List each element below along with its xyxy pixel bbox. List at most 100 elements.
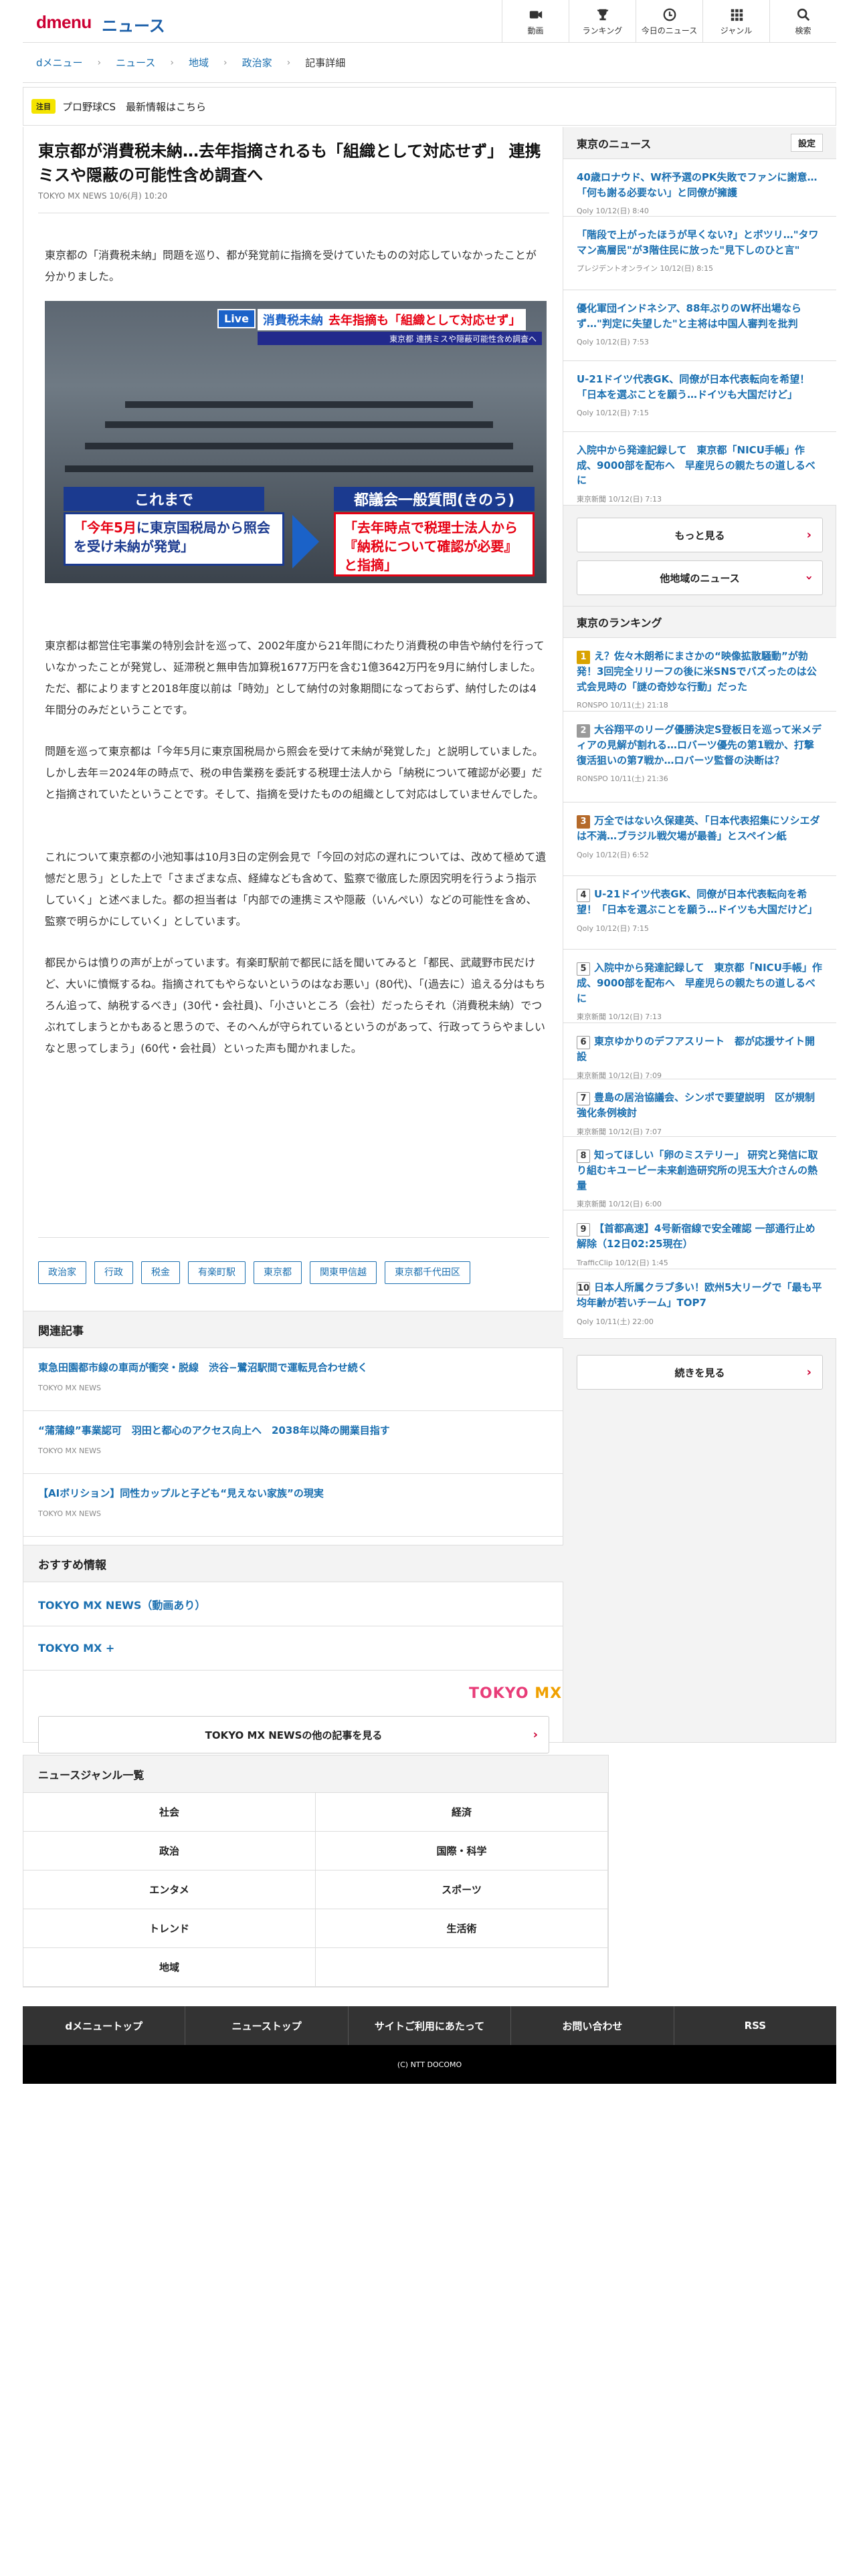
local-news-item[interactable]: 入院中から発達記録して 東京都「NICU手帳」作成、9000部を配布へ 早産児ら… — [563, 432, 836, 506]
footer-link[interactable]: ニューストップ — [185, 2006, 349, 2045]
nav-today[interactable]: 今日のニュース — [636, 0, 702, 43]
local-more-button[interactable]: もっと見る › — [577, 518, 823, 552]
ranking-item[interactable]: 5 入院中から発達記録して 東京都「NICU手帳」作成、9000部を配布へ 早産児… — [563, 950, 836, 1023]
nav-ranking[interactable]: ランキング — [569, 0, 636, 43]
ranking-item[interactable]: 4 U-21ドイツ代表GK、同僚が日本代表転向を希望！「日本を選ぶことを願う…ドイ… — [563, 876, 836, 950]
local-news-title[interactable]: 40歳ロナウド、W杯予選のPK失敗でファンに謝意…「何も謝る必要ない」と同僚が擁… — [577, 170, 823, 200]
ranking-item[interactable]: 7 豊島の居治協議会、シンポで要望説明 区が規制強化条例検討 東京新聞 10/12… — [563, 1079, 836, 1137]
article-paragraph: 都民からは憤りの声が上がっています。有楽町駅前で都民に話を聞いてみると「都民、武… — [45, 956, 546, 1055]
tag[interactable]: 有楽町駅 — [188, 1261, 246, 1284]
genre-item[interactable]: 地域 — [23, 1948, 316, 1987]
ranking-title[interactable]: 東京ゆかりのデフアスリート 都が応援サイト開設 — [577, 1035, 815, 1063]
genre-item[interactable]: 国際・科学 — [316, 1832, 608, 1870]
tokyo-mx-logo: TOKYO MX — [469, 1685, 563, 1702]
tag[interactable]: 税金 — [141, 1261, 180, 1284]
footer-link[interactable]: サイトご利用にあたって — [349, 2006, 512, 2045]
other-region-button[interactable]: 他地域のニュース › — [577, 560, 823, 595]
local-news-heading-text: 東京のニュース — [577, 137, 652, 150]
genre-item[interactable]: スポーツ — [316, 1870, 608, 1909]
tag[interactable]: 政治家 — [38, 1261, 86, 1284]
rank-badge: 3 — [577, 815, 590, 829]
footer-link[interactable]: dメニュートップ — [23, 2006, 186, 2045]
nav-genre[interactable]: ジャンル — [702, 0, 769, 43]
local-news-item[interactable]: 優化軍団インドネシア、88年ぶりのW杯出場ならず…"判定に失望した"と主将は中国… — [563, 290, 836, 361]
genre-item[interactable]: 生活術 — [316, 1909, 608, 1948]
footer-link[interactable]: RSS — [674, 2006, 836, 2045]
notice-bar[interactable]: 注目 プロ野球CS 最新情報はこちら — [23, 87, 836, 126]
breadcrumb-news[interactable]: ニュース — [116, 56, 155, 70]
ranking-item[interactable]: 3 万全ではない久保建英、「日本代表招集にソシエダは不満…ブラジル戦欠場が最善」と… — [563, 802, 836, 876]
recommend-heading: おすすめ情報 — [23, 1545, 564, 1582]
ranking-more-button[interactable]: 続きを見る › — [577, 1355, 823, 1390]
ranking-title[interactable]: 入院中から発達記録して 東京都「NICU手帳」作成、9000部を配布へ 早産児ら… — [577, 962, 822, 1004]
tag[interactable]: 東京都 — [254, 1261, 302, 1284]
tag[interactable]: 行政 — [94, 1261, 133, 1284]
article-paragraph: 東京都は都営住宅事業の特別会計を巡って、2002年度から21年間にわたり消費税の… — [45, 639, 545, 716]
video-topic: 消費税未納 去年指摘も「組織として対応せず」 — [258, 309, 527, 330]
ranking-title[interactable]: 日本人所属クラブ多い！欧州5大リーグで「最も平均年齢が若いチーム」TOP7 — [577, 1281, 822, 1309]
local-news-title[interactable]: 「階段で上がったほうが早くない?」とボツリ…"タワマン高層民"が3階住民に放った… — [577, 227, 823, 257]
video-icon — [529, 11, 542, 18]
chevron-down-icon: › — [801, 575, 816, 580]
ranking-item[interactable]: 1 え？佐々木朗希にまさかの“映像拡散騒動”が勃発！3回完全リリーフの後に米SNS… — [563, 638, 836, 712]
settings-button[interactable]: 設定 — [790, 134, 823, 152]
genre-item[interactable]: 政治 — [23, 1832, 316, 1870]
search-icon — [797, 8, 809, 21]
news-section-title[interactable]: ニュース — [102, 13, 165, 36]
breadcrumb-dmenu[interactable]: dメニュー — [36, 56, 83, 70]
local-news-item[interactable]: 「階段で上がったほうが早くない?」とボツリ…"タワマン高層民"が3階住民に放った… — [563, 217, 836, 290]
related-item[interactable]: 東急田園都市線の車両が衝突・脱線 渋谷−鷺沼駅間で運転見合わせ続く TOKYO … — [23, 1348, 564, 1411]
related-item[interactable]: “蒲蒲線”事業認可 羽田と都心のアクセス向上へ 2038年以降の開業目指す TO… — [23, 1411, 564, 1474]
ranking-item[interactable]: 8 知ってほしい「卵のミステリー」 研究と発信に取り組むキユーピー未来創造研究所の… — [563, 1137, 836, 1210]
ranking-title[interactable]: え？佐々木朗希にまさかの“映像拡散騒動”が勃発！3回完全リリーフの後に米SNSで… — [577, 650, 817, 693]
ranking-item[interactable]: 6 東京ゆかりのデフアスリート 都が応援サイト開設 東京新聞 10/12(日) 7… — [563, 1023, 836, 1080]
tag[interactable]: 東京都千代田区 — [385, 1261, 470, 1284]
ranking-item[interactable]: 9 【首都高速】4号新宿線で安全確認 一部通行止め解除（12日02:25現在） T… — [563, 1210, 836, 1269]
ranking-meta: Qoly 10/12(日) 7:15 — [577, 924, 649, 933]
dmenu-logo[interactable]: dmenu — [36, 12, 92, 33]
ranking-title[interactable]: U-21ドイツ代表GK、同僚が日本代表転向を希望！「日本を選ぶことを願う…ドイツ… — [577, 888, 818, 916]
related-item-title[interactable]: “蒲蒲線”事業認可 羽田と都心のアクセス向上へ 2038年以降の開業目指す — [38, 1423, 549, 1437]
recommend-item[interactable]: TOKYO MX NEWS（動画あり） — [23, 1582, 564, 1626]
genre-item[interactable]: エンタメ — [23, 1870, 316, 1909]
related-item-title[interactable]: 東急田園都市線の車両が衝突・脱線 渋谷−鷺沼駅間で運転見合わせ続く — [38, 1360, 549, 1374]
nav-search[interactable]: 検索 — [769, 0, 836, 43]
article-meta: TOKYO MX NEWS 10/6(月) 10:20 — [38, 191, 168, 201]
related-heading: 関連記事 — [23, 1311, 564, 1348]
footer-link[interactable]: お問い合わせ — [511, 2006, 674, 2045]
genre-item[interactable]: 社会 — [23, 1793, 316, 1832]
local-news-item[interactable]: 40歳ロナウド、W杯予選のPK失敗でファンに謝意…「何も謝る必要ない」と同僚が擁… — [563, 159, 836, 217]
chevron-right-icon: › — [533, 1727, 538, 1742]
ranking-title[interactable]: 大谷翔平のリーグ優勝決定S登板日を巡って米メディアの見解が割れる…ロバーツ優先の… — [577, 724, 822, 766]
related-item[interactable]: 【AIボリション】同性カップルと子ども“見えない家族”の現実 TOKYO MX … — [23, 1474, 564, 1537]
ranking-item[interactable]: 10 日本人所属クラブ多い！欧州5大リーグで「最も平均年齢が若いチーム」TOP7 … — [563, 1269, 836, 1339]
breadcrumb: dメニュー › ニュース › 地域 › 政治家 › 記事詳細 — [23, 43, 836, 83]
genre-item[interactable]: トレンド — [23, 1909, 316, 1948]
ranking-title[interactable]: 【首都高速】4号新宿線で安全確認 一部通行止め解除（12日02:25現在） — [577, 1222, 816, 1250]
more-articles-button[interactable]: TOKYO MX NEWSの他の記事を見る › — [38, 1716, 549, 1753]
recommend-item[interactable]: TOKYO MX + — [23, 1626, 564, 1671]
rank-badge: 8 — [577, 1150, 590, 1163]
ranking-title[interactable]: 知ってほしい「卵のミステリー」 研究と発信に取り組むキユーピー未来創造研究所の児… — [577, 1149, 818, 1192]
video-topic-label: 消費税未納 — [263, 314, 323, 328]
local-news-title[interactable]: U-21ドイツ代表GK、同僚が日本代表転向を希望！「日本を選ぶことを願う…ドイツ… — [577, 372, 823, 402]
article-video[interactable]: Live 消費税未納 去年指摘も「組織として対応せず」 東京都 連携ミスや隠蔽可… — [45, 301, 547, 583]
tag[interactable]: 関東甲信越 — [310, 1261, 377, 1284]
video-right-heading: 都議会一般質問(きのう) — [334, 487, 535, 511]
clock-icon — [663, 8, 676, 21]
local-news-title[interactable]: 入院中から発達記録して 東京都「NICU手帳」作成、9000部を配布へ 早産児ら… — [577, 443, 823, 488]
local-news-item[interactable]: U-21ドイツ代表GK、同僚が日本代表転向を希望！「日本を選ぶことを願う…ドイツ… — [563, 361, 836, 432]
notice-text[interactable]: プロ野球CS 最新情報はこちら — [62, 100, 206, 114]
live-badge: Live — [217, 309, 256, 328]
local-news-meta: 東京新聞 10/12(日) 7:13 — [577, 494, 662, 504]
breadcrumb-region[interactable]: 地域 — [189, 56, 209, 70]
ranking-title[interactable]: 豊島の居治協議会、シンポで要望説明 区が規制強化条例検討 — [577, 1091, 815, 1119]
ranking-item[interactable]: 2 大谷翔平のリーグ優勝決定S登板日を巡って米メディアの見解が割れる…ロバーツ優先… — [563, 712, 836, 802]
top-bar: dmenu ニュース 動画 ランキング 今日のニュース ジャンル 検索 — [23, 0, 836, 43]
genre-item[interactable]: 経済 — [316, 1793, 608, 1832]
related-item-title[interactable]: 【AIボリション】同性カップルと子ども“見えない家族”の現実 — [38, 1486, 549, 1500]
local-news-title[interactable]: 優化軍団インドネシア、88年ぶりのW杯出場ならず…"判定に失望した"と主将は中国… — [577, 301, 823, 331]
breadcrumb-politician[interactable]: 政治家 — [242, 56, 272, 70]
ranking-title[interactable]: 万全ではない久保建英、「日本代表招集にソシエダは不満…ブラジル戦欠場が最善」とス… — [577, 815, 820, 842]
nav-video[interactable]: 動画 — [502, 0, 569, 43]
